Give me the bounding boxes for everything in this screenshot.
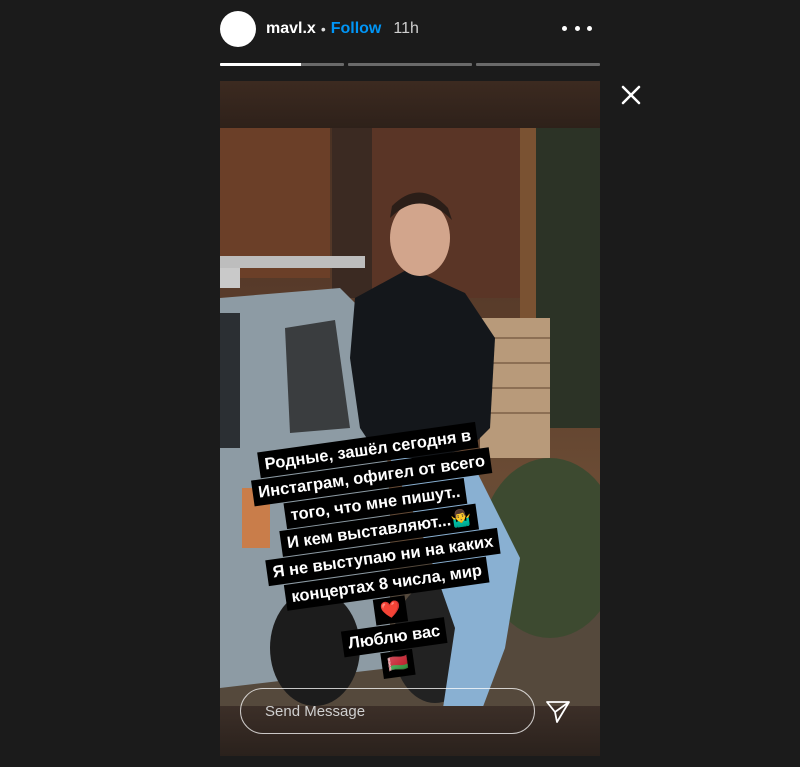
send-icon[interactable] — [545, 698, 571, 724]
story-progress-bar — [220, 63, 600, 66]
username[interactable]: mavl.x — [266, 20, 316, 38]
avatar[interactable] — [220, 11, 256, 47]
progress-segment — [476, 63, 600, 66]
flag-emoji: 🇧🇾 — [380, 648, 416, 680]
story-header: mavl.x • Follow 11h — [220, 8, 600, 50]
separator-dot: • — [320, 21, 326, 37]
story-caption: Родные, зашёл сегодня в Инстаграм, офиге… — [223, 417, 544, 698]
story-frame[interactable]: Родные, зашёл сегодня в Инстаграм, офиге… — [220, 81, 600, 756]
post-time: 11h — [393, 20, 419, 37]
follow-button[interactable]: Follow — [331, 20, 382, 38]
progress-fill — [220, 63, 301, 66]
send-message-input[interactable] — [263, 701, 507, 721]
heart-emoji: ❤️ — [372, 595, 409, 626]
progress-segment — [348, 63, 472, 66]
send-message-field[interactable] — [240, 688, 535, 734]
progress-segment — [220, 63, 344, 66]
more-options-icon[interactable] — [562, 18, 592, 38]
story-top-band — [220, 81, 600, 128]
close-icon[interactable] — [620, 84, 642, 106]
